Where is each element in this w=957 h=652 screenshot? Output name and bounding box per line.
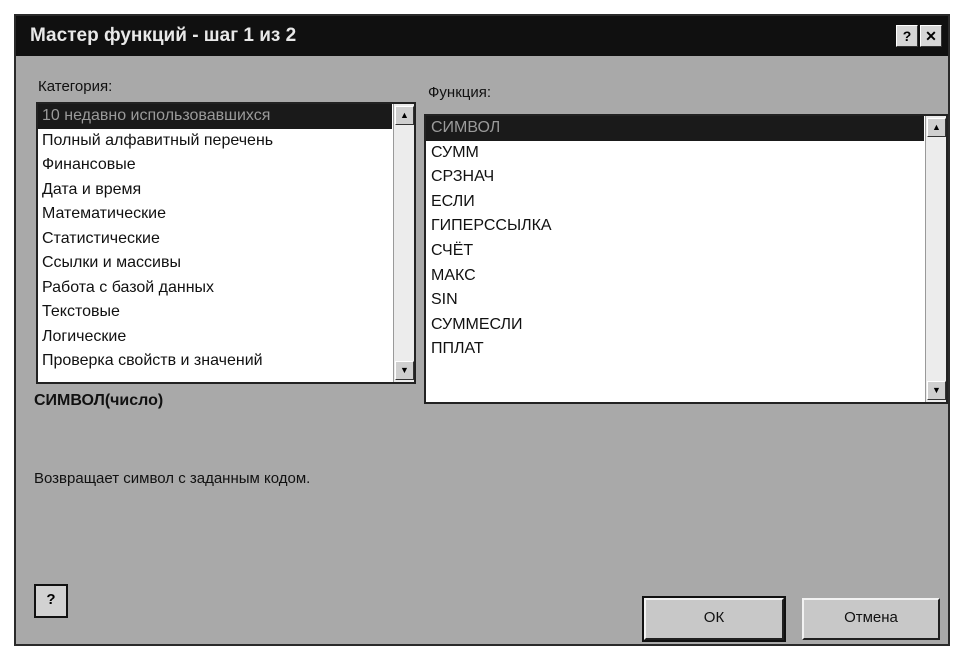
category-item[interactable]: Логические xyxy=(38,325,392,350)
category-item[interactable]: Статистические xyxy=(38,227,392,252)
category-item[interactable]: Ссылки и массивы xyxy=(38,251,392,276)
help-question-icon[interactable]: ? xyxy=(34,584,68,618)
function-item[interactable]: СУММ xyxy=(426,141,924,166)
function-item[interactable]: ППЛАТ xyxy=(426,337,924,362)
scroll-down-arrow-icon[interactable]: ▼ xyxy=(927,381,946,400)
function-listbox[interactable]: СИМВОЛ СУММ СРЗНАЧ ЕСЛИ ГИПЕРССЫЛКА СЧЁТ… xyxy=(424,114,948,404)
function-description: Возвращает символ с заданным кодом. xyxy=(34,470,311,487)
close-icon[interactable]: ✕ xyxy=(920,25,942,47)
scroll-up-arrow-icon[interactable]: ▲ xyxy=(395,106,414,125)
category-item[interactable]: Дата и время xyxy=(38,178,392,203)
function-label: Функция: xyxy=(428,84,492,101)
function-wizard-dialog: Мастер функций - шаг 1 из 2 ? ✕ Категори… xyxy=(14,14,950,646)
category-item[interactable]: Финансовые xyxy=(38,153,392,178)
function-scrollbar[interactable]: ▲ ▼ xyxy=(925,116,946,402)
function-item[interactable]: СУММЕСЛИ xyxy=(426,313,924,338)
category-scrollbar[interactable]: ▲ ▼ xyxy=(393,104,414,382)
category-item[interactable]: 10 недавно использовавшихся xyxy=(38,104,392,129)
category-listbox[interactable]: 10 недавно использовавшихся Полный алфав… xyxy=(36,102,416,384)
category-item[interactable]: Проверка свойств и значений xyxy=(38,349,392,374)
function-syntax: СИМВОЛ(число) xyxy=(34,392,164,409)
category-label: Категория: xyxy=(38,78,113,95)
function-item[interactable]: СРЗНАЧ xyxy=(426,165,924,190)
function-item[interactable]: SIN xyxy=(426,288,924,313)
function-item[interactable]: ГИПЕРССЫЛКА xyxy=(426,214,924,239)
ok-button[interactable]: ОК xyxy=(642,596,786,642)
window-title: Мастер функций - шаг 1 из 2 xyxy=(30,25,297,46)
category-item[interactable]: Текстовые xyxy=(38,300,392,325)
category-item[interactable]: Работа с базой данных xyxy=(38,276,392,301)
function-item[interactable]: МАКС xyxy=(426,264,924,289)
title-bar: Мастер функций - шаг 1 из 2 ? ✕ xyxy=(16,16,948,56)
help-question-icon[interactable]: ? xyxy=(896,25,918,47)
category-item[interactable]: Математические xyxy=(38,202,392,227)
function-item[interactable]: СЧЁТ xyxy=(426,239,924,264)
cancel-button[interactable]: Отмена xyxy=(802,598,940,640)
function-item[interactable]: ЕСЛИ xyxy=(426,190,924,215)
function-item[interactable]: СИМВОЛ xyxy=(426,116,924,141)
category-item[interactable]: Полный алфавитный перечень xyxy=(38,129,392,154)
scroll-down-arrow-icon[interactable]: ▼ xyxy=(395,361,414,380)
scroll-up-arrow-icon[interactable]: ▲ xyxy=(927,118,946,137)
